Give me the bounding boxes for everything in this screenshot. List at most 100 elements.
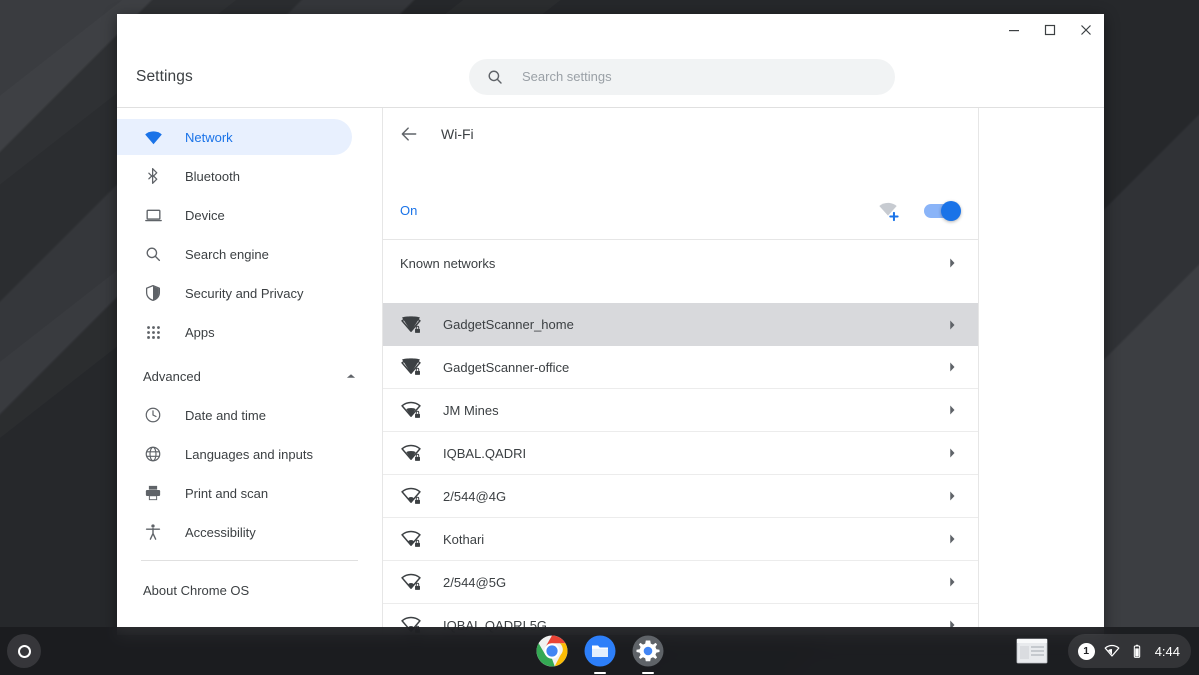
window-preview-icon <box>1016 638 1048 664</box>
settings-body: Network Bluetooth Device Search engine S… <box>117 108 1104 635</box>
minimize-button[interactable] <box>996 14 1032 46</box>
shelf-app-chrome[interactable] <box>536 635 568 667</box>
network-row[interactable]: Kothari <box>383 518 978 561</box>
chevron-right-icon <box>950 577 955 587</box>
notification-count-badge: 1 <box>1077 642 1095 660</box>
files-folder-icon <box>584 635 615 667</box>
window-preview-thumbnail[interactable] <box>1012 634 1064 668</box>
clock-time: 4:44 <box>1154 643 1180 659</box>
sidebar-item-label: Languages and inputs <box>185 446 313 462</box>
chevron-up-icon <box>346 374 356 378</box>
sidebar-item-label: Apps <box>185 324 215 340</box>
network-list: GadgetScanner_home GadgetScanner-office JM… <box>383 303 978 635</box>
clock-icon <box>143 405 163 425</box>
sidebar-item-date-and-time[interactable]: Date and time <box>117 397 352 433</box>
network-name: 2/544@5G <box>443 574 507 590</box>
wifi-icon <box>143 127 163 147</box>
network-row[interactable]: GadgetScanner_home <box>383 303 978 346</box>
shelf-app-list <box>536 627 664 675</box>
search-box[interactable] <box>469 58 895 95</box>
sidebar-item-label: Security and Privacy <box>185 285 304 301</box>
main-panel: Wi-Fi On Known networks GadgetScanner_ho… <box>383 108 1104 635</box>
wifi-signal-icon <box>401 444 421 461</box>
wifi-toggle-row: On <box>383 182 978 240</box>
toggle-knob <box>941 200 961 221</box>
accessibility-icon <box>143 522 163 542</box>
tray-status-area[interactable]: 1 4:44 <box>1067 634 1191 668</box>
app-active-indicator <box>641 671 654 674</box>
chevron-right-icon <box>950 534 955 544</box>
network-name: GadgetScanner_home <box>443 317 574 332</box>
page-title: Settings <box>136 67 193 85</box>
sidebar-item-print-and-scan[interactable]: Print and scan <box>117 475 352 511</box>
sidebar-item-label: Device <box>185 207 225 223</box>
laptop-icon <box>143 205 163 225</box>
settings-window: Settings Network <box>117 14 1104 635</box>
shelf-app-files[interactable] <box>584 635 616 674</box>
network-row[interactable]: 2/544@5G <box>383 561 978 604</box>
launcher-circle-icon <box>17 644 31 658</box>
network-name: Kothari <box>443 531 485 547</box>
sidebar-item-security-and-privacy[interactable]: Security and Privacy <box>117 275 352 311</box>
network-row[interactable]: JM Mines <box>383 389 978 432</box>
close-button[interactable] <box>1068 14 1104 46</box>
globe-icon <box>143 444 163 464</box>
search-icon <box>488 70 502 84</box>
maximize-button[interactable] <box>1032 14 1068 46</box>
main-content-column: Wi-Fi On Known networks GadgetScanner_ho… <box>383 108 979 635</box>
launcher-button[interactable] <box>7 634 41 668</box>
sidebar-item-bluetooth[interactable]: Bluetooth <box>117 158 352 194</box>
gear-icon <box>632 635 663 667</box>
network-row[interactable]: IQBAL.QADRI <box>383 432 978 475</box>
printer-icon <box>143 483 163 503</box>
network-row[interactable]: GadgetScanner-office <box>383 346 978 389</box>
wifi-page-header: Wi-Fi <box>383 108 978 160</box>
sidebar-item-label: Bluetooth <box>185 168 240 184</box>
window-titlebar[interactable] <box>117 14 1104 46</box>
add-network-icon[interactable] <box>877 200 899 222</box>
app-active-indicator <box>593 671 606 674</box>
apps-grid-icon <box>143 322 163 342</box>
sidebar-item-about-chrome-os[interactable]: About Chrome OS <box>117 572 352 608</box>
wifi-signal-icon <box>401 315 421 333</box>
chevron-right-icon <box>950 258 955 268</box>
wifi-toggle-switch[interactable] <box>924 200 961 221</box>
sidebar-item-device[interactable]: Device <box>117 197 352 233</box>
sidebar: Network Bluetooth Device Search engine S… <box>117 108 383 635</box>
search-input[interactable] <box>522 69 895 84</box>
shelf-app-settings[interactable] <box>632 635 664 674</box>
minimize-icon <box>1009 30 1019 32</box>
sidebar-item-network[interactable]: Network <box>117 119 352 155</box>
known-networks-label: Known networks <box>400 255 496 271</box>
shelf: 1 4:44 <box>0 627 1199 675</box>
wifi-icon <box>1104 644 1120 657</box>
sidebar-item-accessibility[interactable]: Accessibility <box>117 514 352 550</box>
sidebar-item-label: Date and time <box>185 407 266 423</box>
close-icon <box>1081 25 1091 35</box>
wifi-state-label: On <box>400 203 418 218</box>
bluetooth-icon <box>143 166 163 186</box>
wifi-signal-icon <box>401 401 421 418</box>
sidebar-item-apps[interactable]: Apps <box>117 314 352 350</box>
system-tray: 1 4:44 <box>1012 633 1191 669</box>
network-row[interactable]: 2/544@4G <box>383 475 978 518</box>
network-name: JM Mines <box>443 402 499 418</box>
sidebar-item-label: About Chrome OS <box>143 582 250 598</box>
settings-header: Settings <box>117 46 1104 108</box>
wifi-signal-icon <box>401 358 421 375</box>
sidebar-advanced-toggle[interactable]: Advanced <box>117 358 358 394</box>
back-arrow-icon[interactable] <box>399 124 419 144</box>
chrome-icon <box>536 635 567 667</box>
chevron-right-icon <box>950 405 955 415</box>
chevron-right-icon <box>950 320 955 329</box>
sidebar-item-search-engine[interactable]: Search engine <box>117 236 352 272</box>
shield-icon <box>143 283 163 303</box>
maximize-icon <box>1044 24 1056 36</box>
sidebar-item-languages-and-inputs[interactable]: Languages and inputs <box>117 436 352 472</box>
known-networks-row[interactable]: Known networks <box>383 240 978 286</box>
chevron-right-icon <box>950 362 955 372</box>
search-icon <box>143 244 163 264</box>
sidebar-item-label: Print and scan <box>185 485 269 501</box>
sidebar-item-label: Search engine <box>185 246 269 262</box>
